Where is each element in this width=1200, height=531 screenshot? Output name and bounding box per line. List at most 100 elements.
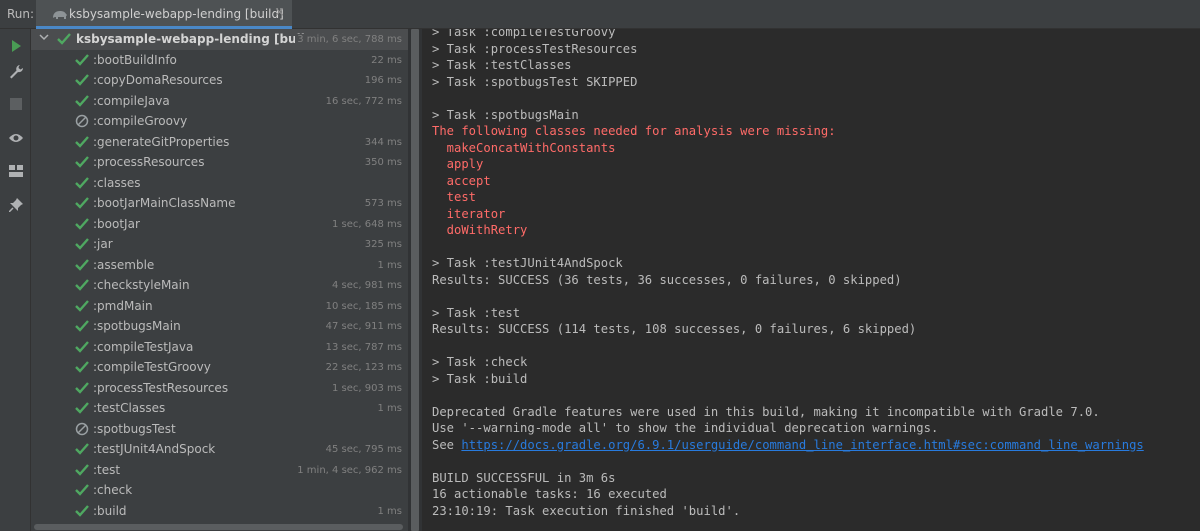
skipped-icon bbox=[75, 422, 89, 435]
task-duration: 47 sec, 911 ms bbox=[325, 321, 402, 332]
console-line: > Task :build bbox=[432, 371, 528, 386]
task-label: :bootJarMainClassName bbox=[93, 196, 236, 210]
console-line: See https://docs.gradle.org/6.9.1/usergu… bbox=[432, 437, 1144, 452]
task-label: :compileTestJava bbox=[93, 339, 194, 354]
task-duration: 4 sec, 981 ms bbox=[332, 280, 402, 291]
horizontal-scrollbar[interactable] bbox=[31, 522, 408, 531]
tree-row[interactable]: :generateGitProperties 344 ms bbox=[31, 132, 408, 153]
wrench-icon[interactable] bbox=[5, 60, 26, 81]
task-duration: 1 ms bbox=[377, 505, 403, 517]
check-icon bbox=[75, 94, 89, 107]
check-icon bbox=[75, 156, 89, 168]
task-label: :testJUnit4AndSpock bbox=[93, 442, 216, 456]
task-duration: 22 sec, 123 ms bbox=[325, 362, 402, 373]
scrollbar-thumb[interactable] bbox=[34, 524, 403, 530]
console-line: test bbox=[432, 190, 477, 204]
check-icon bbox=[75, 176, 89, 189]
task-duration: 344 ms bbox=[364, 136, 402, 148]
task-duration: 573 ms bbox=[364, 198, 402, 209]
console-line: 16 actionable tasks: 16 executed bbox=[432, 487, 667, 501]
layout-icon[interactable] bbox=[5, 160, 26, 181]
console-line: > Task :spotbugsMain bbox=[432, 107, 579, 122]
console-line: doWithRetry bbox=[432, 223, 528, 237]
tree-row[interactable]: :bootBuildInfo 22 ms bbox=[31, 50, 408, 71]
console-line: 23:10:19: Task execution finished 'build… bbox=[432, 503, 741, 518]
tree-row[interactable]: :bootJar 1 sec, 648 ms bbox=[31, 214, 408, 235]
tree-row[interactable]: :bootJarMainClassName 573 ms bbox=[31, 193, 408, 214]
console-link[interactable]: https://docs.gradle.org/6.9.1/userguide/… bbox=[461, 438, 1143, 452]
tree-root-time: 3 min, 6 sec, 788 ms bbox=[295, 34, 402, 45]
tree-row[interactable]: :processResources 350 ms bbox=[31, 152, 408, 173]
console-line: Results: SUCCESS (114 tests, 108 success… bbox=[432, 322, 917, 336]
task-duration: 1 ms bbox=[377, 403, 403, 414]
tree-row[interactable]: :spotbugsTest bbox=[31, 419, 408, 440]
task-duration: 45 sec, 795 ms bbox=[325, 444, 402, 455]
run-tool-window-header: Run: ksbysample-webapp-lending [build] × bbox=[0, 0, 1200, 29]
tree-row[interactable]: :build 1 ms bbox=[31, 501, 408, 522]
console-line: The following classes needed for analysi… bbox=[432, 124, 836, 138]
tree-row[interactable]: :test 1 min, 4 sec, 962 ms bbox=[31, 460, 408, 481]
chevron-down-icon[interactable] bbox=[39, 32, 49, 42]
task-label: :compileJava bbox=[93, 93, 170, 108]
tree-row[interactable]: :compileGroovy bbox=[31, 111, 408, 132]
task-label: :bootJar bbox=[93, 216, 140, 231]
stop-icon[interactable] bbox=[5, 93, 26, 114]
console-line: > Task :testJUnit4AndSpock bbox=[432, 256, 623, 270]
task-duration: 1 min, 4 sec, 962 ms bbox=[297, 464, 402, 476]
console-line: Results: SUCCESS (36 tests, 36 successes… bbox=[432, 272, 902, 287]
rerun-icon[interactable] bbox=[5, 35, 26, 56]
console-line: makeConcatWithConstants bbox=[432, 140, 616, 155]
build-task-tree[interactable]: ksbysample-webapp-lending [build]: succ … bbox=[31, 29, 408, 531]
tree-row[interactable]: :testClasses 1 ms bbox=[31, 398, 408, 419]
task-label: :processResources bbox=[93, 155, 205, 169]
check-icon bbox=[75, 463, 89, 476]
tree-row[interactable]: :pmdMain 10 sec, 185 ms bbox=[31, 296, 408, 317]
tab-title: ksbysample-webapp-lending [build] bbox=[69, 7, 284, 21]
tab-build-run[interactable]: ksbysample-webapp-lending [build] × bbox=[36, 0, 292, 29]
check-icon bbox=[75, 361, 89, 373]
tree-row[interactable]: :classes bbox=[31, 173, 408, 194]
run-label: Run: bbox=[7, 7, 35, 21]
check-icon bbox=[75, 258, 89, 271]
tree-row[interactable]: :checkstyleMain 4 sec, 981 ms bbox=[31, 275, 408, 296]
task-label: :assemble bbox=[93, 257, 155, 272]
eye-icon[interactable] bbox=[5, 127, 26, 148]
tree-row[interactable]: :testJUnit4AndSpock 45 sec, 795 ms bbox=[31, 439, 408, 460]
task-duration: 1 sec, 903 ms bbox=[332, 382, 402, 394]
vertical-scrollbar[interactable] bbox=[411, 29, 419, 531]
task-duration: 13 sec, 787 ms bbox=[325, 341, 402, 353]
close-icon[interactable]: × bbox=[274, 5, 285, 20]
tree-root-label: ksbysample-webapp-lending [build]: succ bbox=[76, 32, 308, 46]
tree-row[interactable]: :copyDomaResources 196 ms bbox=[31, 70, 408, 91]
tree-root-row[interactable]: ksbysample-webapp-lending [build]: succ … bbox=[31, 29, 408, 50]
task-label: :generateGitProperties bbox=[93, 134, 230, 149]
check-icon bbox=[75, 279, 89, 291]
tree-row[interactable]: :compileTestGroovy 22 sec, 123 ms bbox=[31, 357, 408, 378]
check-icon bbox=[75, 381, 89, 394]
tree-row[interactable]: :processTestResources 1 sec, 903 ms bbox=[31, 378, 408, 399]
tree-row[interactable]: :spotbugsMain 47 sec, 911 ms bbox=[31, 316, 408, 337]
task-label: :compileGroovy bbox=[93, 114, 188, 128]
tree-row[interactable]: :check bbox=[31, 480, 408, 501]
task-duration: 196 ms bbox=[364, 75, 402, 86]
tree-row[interactable]: :compileJava 16 sec, 772 ms bbox=[31, 91, 408, 112]
task-label: :classes bbox=[93, 175, 141, 190]
task-label: :jar bbox=[93, 237, 113, 251]
task-duration: 350 ms bbox=[364, 157, 402, 168]
task-label: :test bbox=[93, 462, 121, 477]
check-icon bbox=[75, 74, 89, 86]
tree-row[interactable]: :assemble 1 ms bbox=[31, 255, 408, 276]
pin-icon[interactable] bbox=[5, 194, 26, 215]
panel-splitter[interactable] bbox=[408, 29, 422, 531]
task-label: :compileTestGroovy bbox=[93, 360, 211, 374]
task-duration: 1 sec, 648 ms bbox=[332, 218, 402, 230]
task-duration: 16 sec, 772 ms bbox=[325, 95, 402, 107]
task-duration: 1 ms bbox=[377, 259, 403, 271]
task-label: :build bbox=[93, 503, 127, 518]
check-icon bbox=[75, 238, 89, 250]
tree-row[interactable]: :jar 325 ms bbox=[31, 234, 408, 255]
console-output[interactable]: > Task :compileTestGroovy > Task :process… bbox=[422, 29, 1200, 531]
tree-row[interactable]: :compileTestJava 13 sec, 787 ms bbox=[31, 337, 408, 358]
task-duration: 10 sec, 185 ms bbox=[325, 300, 402, 312]
gradle-elephant-icon bbox=[53, 11, 67, 19]
